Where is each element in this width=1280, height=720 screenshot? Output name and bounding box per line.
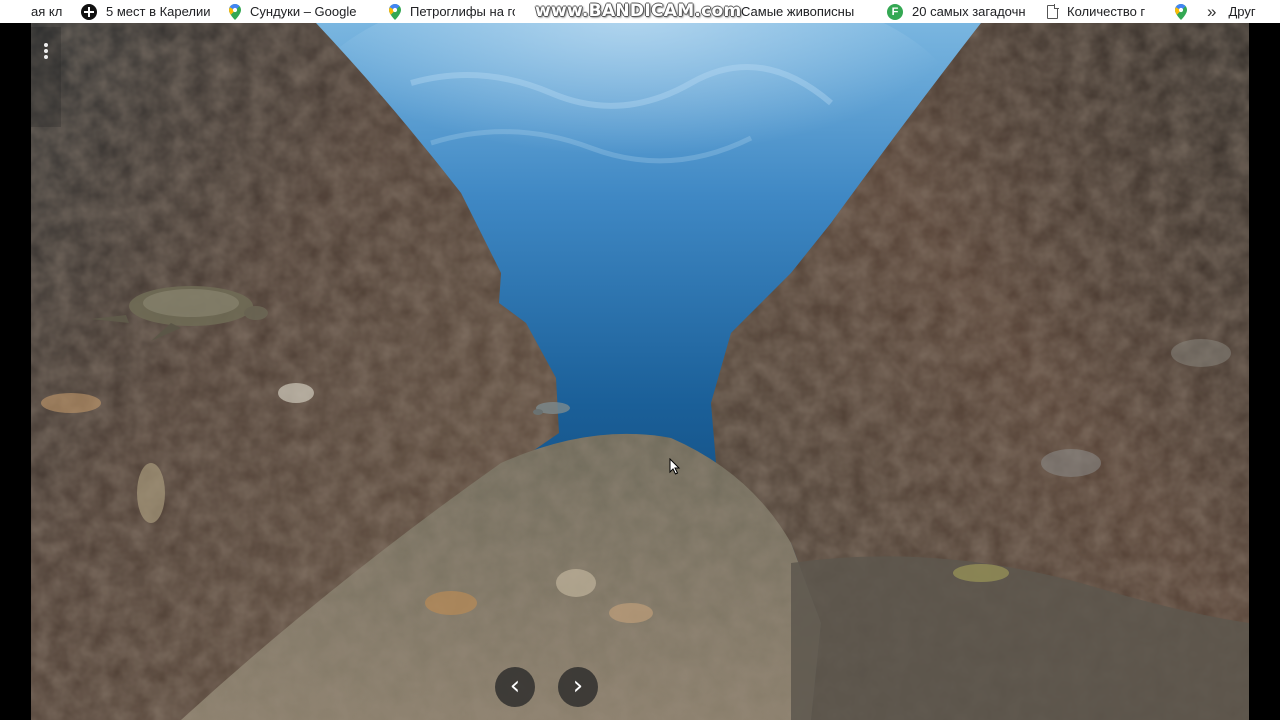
bookmark-label: Сундуки – Google xyxy=(250,4,357,19)
bookmark-label: Друг xyxy=(1228,4,1256,19)
bookmark-item[interactable]: ая кл xyxy=(0,0,75,23)
bookmark-label: ая кл xyxy=(31,4,63,19)
bookmark-item[interactable]: Сундуки – Google xyxy=(223,0,383,23)
next-photo-button[interactable]: › xyxy=(558,667,598,707)
bookmark-item[interactable]: Петроглифы на го xyxy=(383,0,523,23)
bookmark-item[interactable]: Друг xyxy=(1228,0,1263,23)
bookmark-item[interactable]: Количество г xyxy=(1041,0,1173,23)
bookmark-label: Количество г xyxy=(1067,4,1146,19)
letterbox-left xyxy=(0,23,31,720)
cross-circle-icon xyxy=(81,3,97,20)
previous-photo-button[interactable]: ‹ xyxy=(495,667,535,707)
document-icon xyxy=(1047,3,1059,19)
maps-pin-icon xyxy=(229,3,241,20)
panorama-viewer[interactable] xyxy=(31,23,1249,720)
maps-pin-icon[interactable] xyxy=(1175,3,1187,20)
underwater-panorama-image xyxy=(31,23,1249,720)
f-circle-icon: F xyxy=(887,3,903,20)
bandicam-watermark: www.BANDICAM.com xyxy=(535,1,742,21)
mouse-cursor-icon xyxy=(669,458,681,475)
more-vert-icon[interactable] xyxy=(31,27,61,127)
bookmark-label: Самые живописны xyxy=(741,4,855,19)
bookmark-label: 5 мест в Карелии xyxy=(106,4,211,19)
letterbox-right xyxy=(1249,23,1280,720)
bookmarks-overflow-chevron-icon[interactable]: » xyxy=(1187,2,1228,22)
bookmark-item[interactable]: F 20 самых загадочн xyxy=(881,0,1041,23)
bookmark-label: Петроглифы на го xyxy=(410,4,515,19)
bookmark-label: 20 самых загадочн xyxy=(912,4,1026,19)
maps-pin-icon xyxy=(389,3,401,20)
bookmark-item[interactable]: 5 мест в Карелии xyxy=(75,0,223,23)
